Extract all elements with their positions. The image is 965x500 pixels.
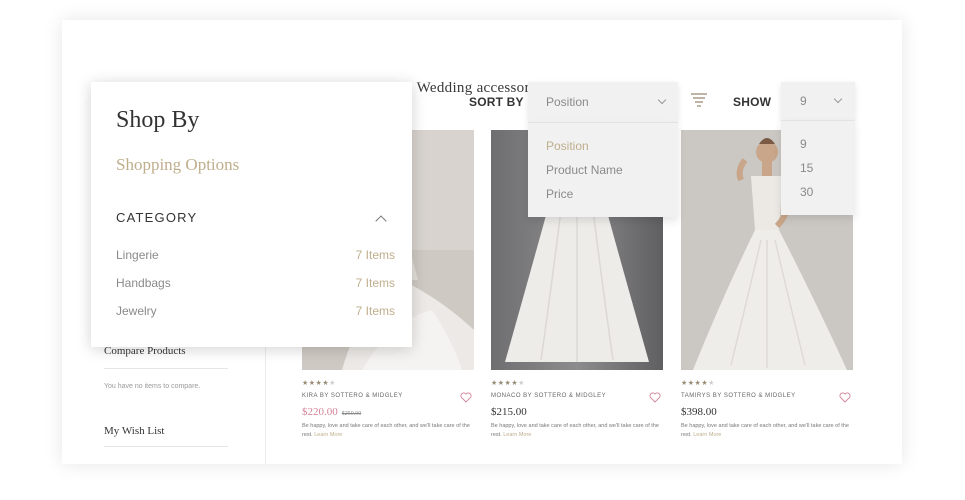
category-count: 7 Items [355,304,395,318]
product-description: Be happy, love and take care of each oth… [491,423,659,438]
rating-stars: ★★★★★ [491,380,525,387]
product-brand[interactable]: MONACO BY SOTTERO & MIDGLEY [491,393,606,399]
show-option-15[interactable]: 15 [800,161,813,175]
shop-by-title: Shop By [116,107,200,133]
product-description: Be happy, love and take care of each oth… [302,423,470,438]
product-brand[interactable]: TAMIRYS BY SOTTERO & MIDGLEY [681,393,796,399]
wishlist-title[interactable]: My Wish List [104,425,164,437]
product-price: $398.00 [681,406,717,418]
product-description: Be happy, love and take care of each oth… [681,423,849,438]
rating-stars: ★★★★★ [681,380,715,387]
product-price: $220.00 $250.00 [302,406,362,418]
category-count: 7 Items [355,248,395,262]
shop-by-panel: Shop By Shopping Options CATEGORY Linger… [91,82,412,347]
chevron-up-icon[interactable] [375,215,387,227]
show-selected-value: 9 [800,94,807,108]
show-option-9[interactable]: 9 [800,137,807,151]
category-heading[interactable]: CATEGORY [116,210,197,225]
category-item-handbags[interactable]: Handbags 7 Items [116,276,395,290]
rating-stars: ★★★★★ [302,380,336,387]
product-brand[interactable]: KIRA BY SOTTERO & MIDGLEY [302,393,403,399]
show-label: SHOW [733,95,772,109]
wishlist-heart-icon[interactable] [649,392,661,403]
category-label: Handbags [116,276,171,290]
show-limit-menu: 9 15 30 [781,120,855,215]
wishlist-heart-icon[interactable] [460,392,472,403]
shopping-options-subtitle: Shopping Options [116,155,240,174]
wishlist-heart-icon[interactable] [839,392,851,403]
sort-option-product-name[interactable]: Product Name [546,163,623,177]
chevron-down-icon [833,94,843,104]
category-count: 7 Items [355,276,395,290]
category-label: Lingerie [116,248,159,262]
sort-by-select[interactable]: Position [528,82,678,122]
filter-lines-icon[interactable] [691,93,707,107]
learn-more-link[interactable]: Learn More [314,432,342,438]
show-limit-select[interactable]: 9 [781,82,855,120]
category-label: Jewelry [116,304,157,318]
sort-selected-value: Position [546,95,589,109]
sort-by-label: SORT BY [469,95,524,109]
old-price: $250.00 [341,411,362,417]
category-item-lingerie[interactable]: Lingerie 7 Items [116,248,395,262]
chevron-down-icon [657,95,667,105]
sort-option-price[interactable]: Price [546,187,573,201]
divider [104,368,228,369]
sidebar-divider [265,340,266,464]
category-item-jewelry[interactable]: Jewelry 7 Items [116,304,395,318]
divider [104,446,228,447]
learn-more-link[interactable]: Learn More [503,432,531,438]
compare-empty-text: You have no items to compare. [104,383,201,390]
learn-more-link[interactable]: Learn More [693,432,721,438]
product-price: $215.00 [491,406,527,418]
show-option-30[interactable]: 30 [800,185,813,199]
sort-by-menu: Position Product Name Price [528,122,678,217]
sort-option-position[interactable]: Position [546,139,589,153]
